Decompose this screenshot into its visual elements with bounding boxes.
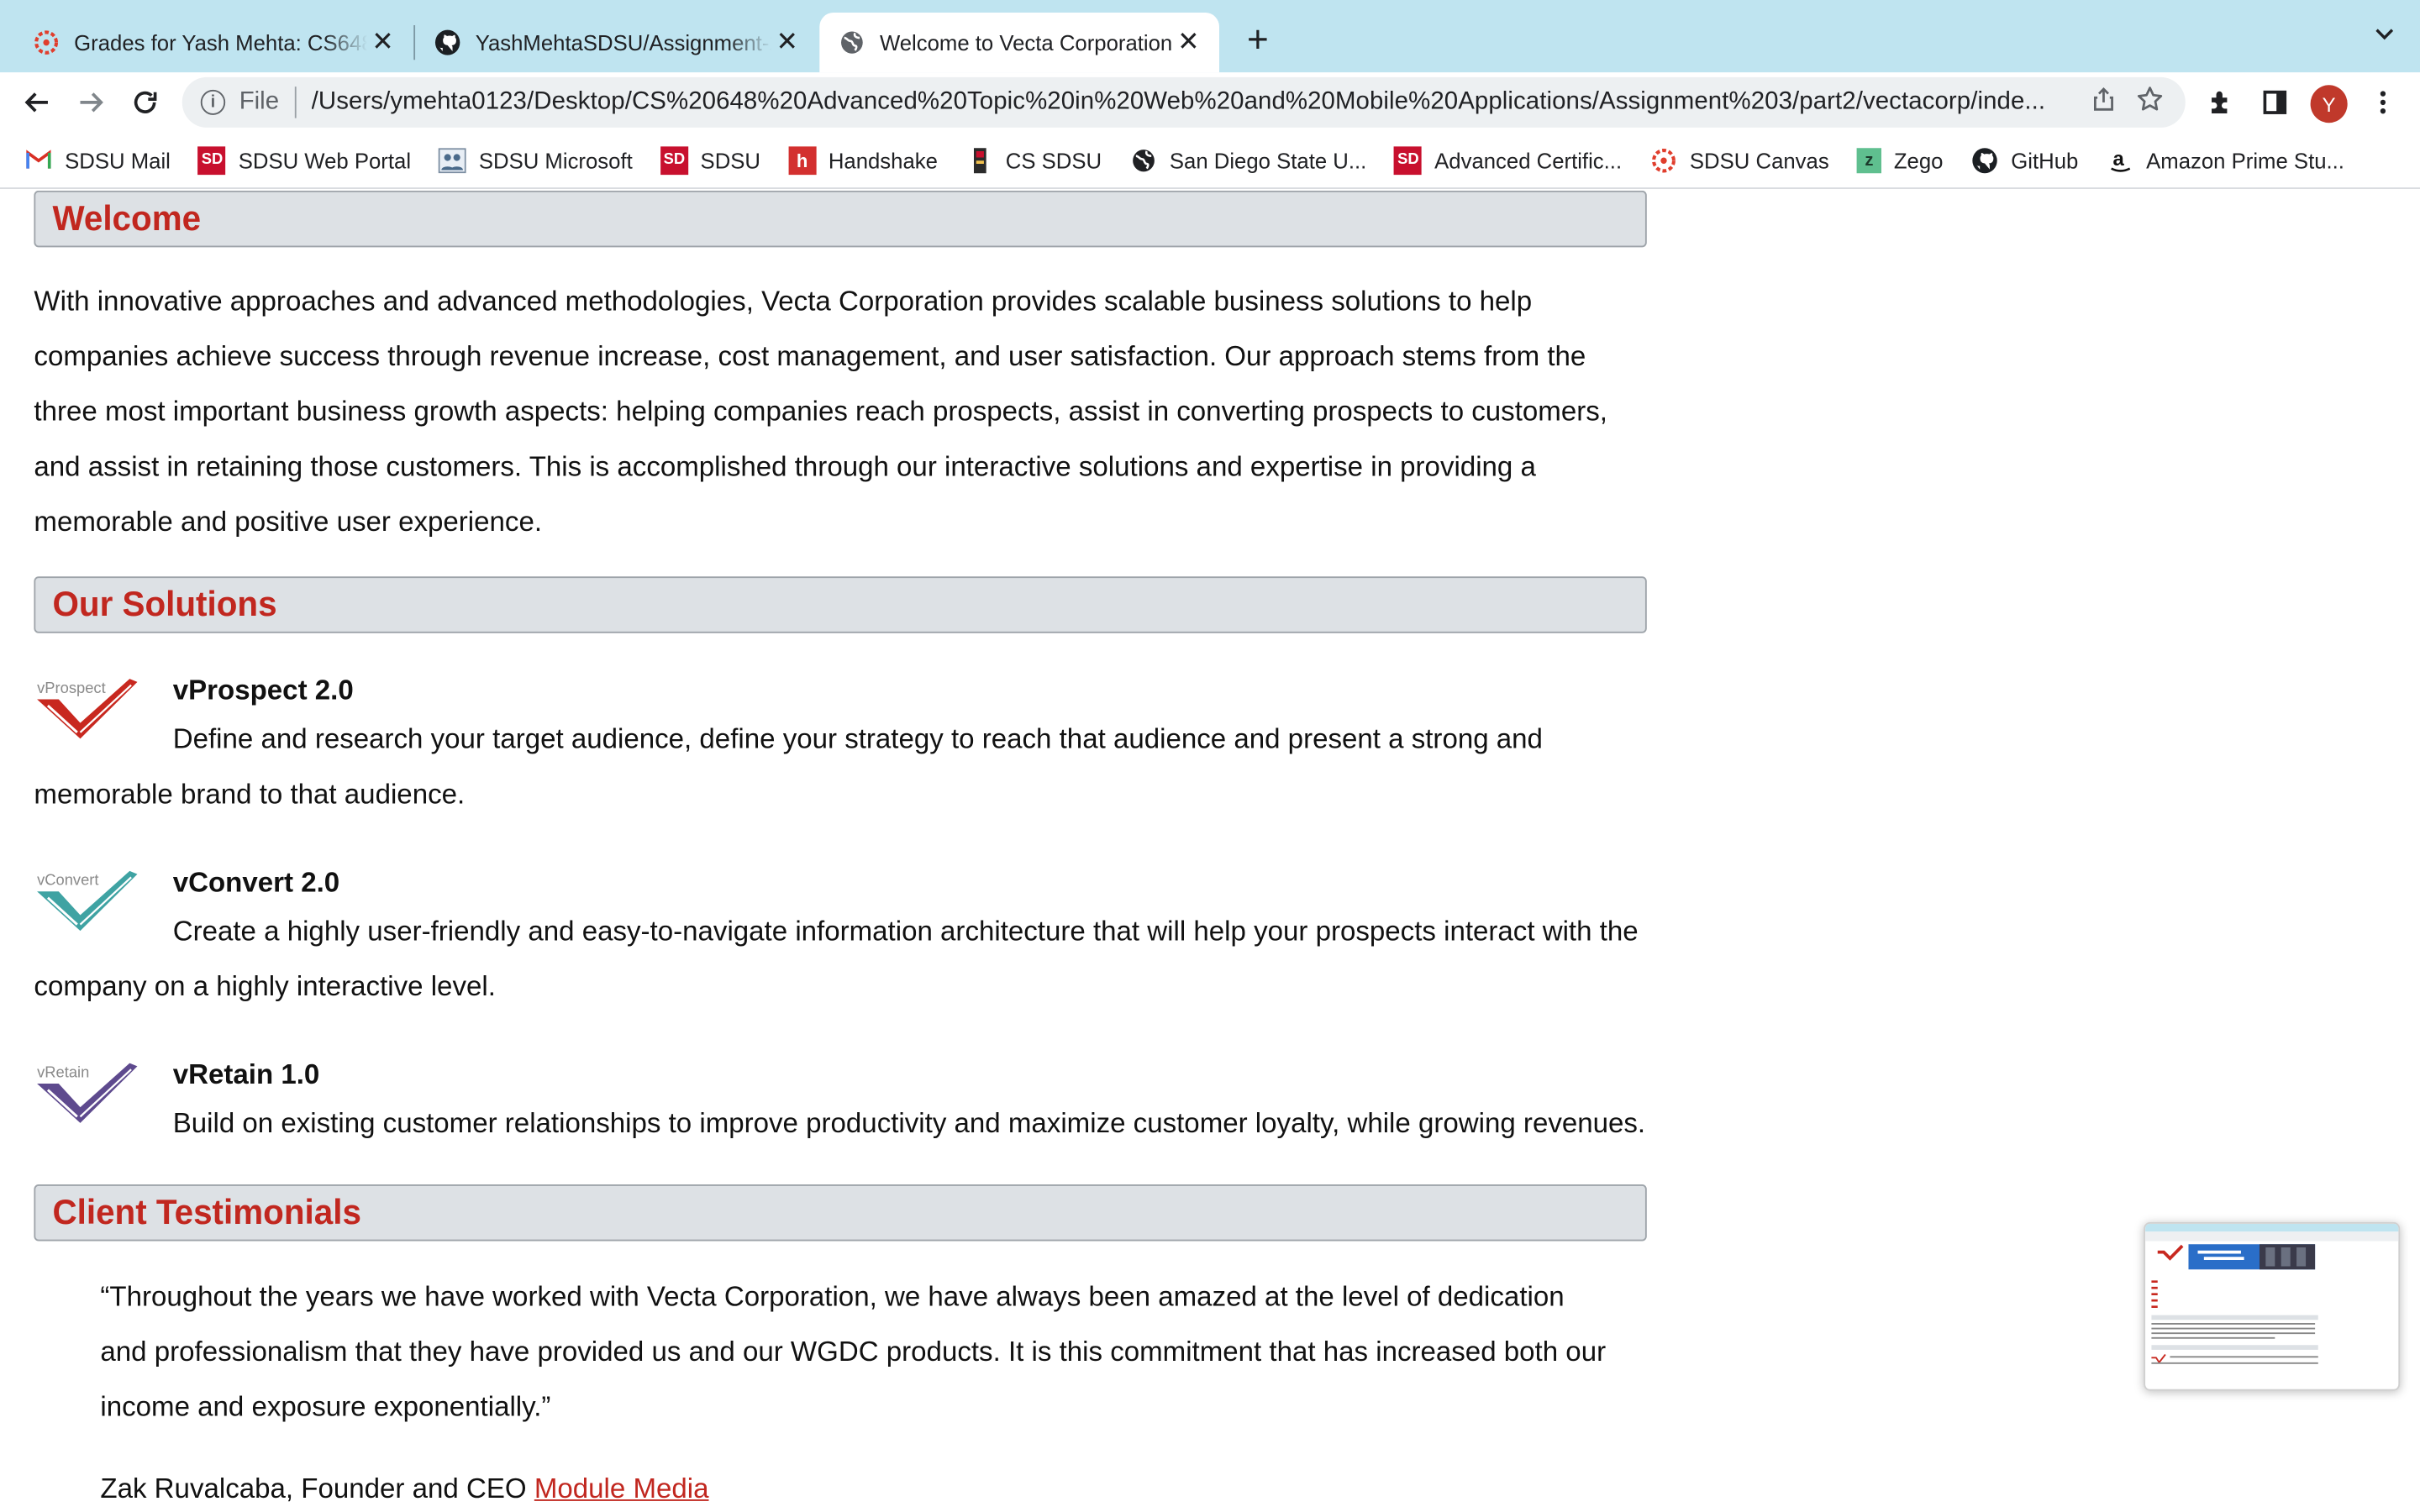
solution-description: Create a highly user-friendly and easy-t… (34, 915, 1639, 1002)
github-icon (434, 29, 461, 57)
bookmark-label: Handshake (828, 147, 938, 173)
bookmark-san-diego-state[interactable]: San Diego State U... (1129, 145, 1366, 174)
thumbnail-graphic (2145, 1223, 2399, 1364)
bookmark-handshake[interactable]: h Handshake (788, 145, 938, 175)
tab-github[interactable]: YashMehtaSDSU/Assignment-2 ✕ (402, 13, 818, 72)
close-icon[interactable]: ✕ (1173, 27, 1204, 59)
reload-icon (134, 91, 157, 113)
globe-icon (838, 29, 865, 57)
solution-description: Define and research your target audience… (34, 722, 1543, 810)
forward-arrow-icon (80, 92, 103, 113)
omnibox-divider (294, 87, 297, 118)
amazon-icon: a (2106, 145, 2133, 174)
bookmark-label: SDSU Canvas (1689, 147, 1829, 173)
bookmark-star-icon[interactable] (2127, 84, 2173, 120)
bookmark-sdsu-canvas[interactable]: SDSU Canvas (1649, 145, 1829, 174)
bookmark-label: GitHub (2011, 147, 2079, 173)
handshake-icon: h (788, 145, 817, 175)
more-menu-icon[interactable] (2366, 85, 2400, 119)
url-scheme: File (239, 88, 280, 115)
canvas-icon (1649, 145, 1677, 174)
url-text[interactable]: /Users/ymehta0123/Desktop/CS%20648%20Adv… (312, 88, 2081, 117)
solution-name: vConvert 2.0 (172, 866, 340, 898)
bookmark-github[interactable]: GitHub (1971, 145, 2079, 174)
bookmark-sdsu-mail[interactable]: SDSU Mail (24, 145, 171, 174)
tab-vecta-active[interactable]: Welcome to Vecta Corporation ✕ (819, 13, 1220, 73)
tab-strip: Grades for Yash Mehta: CS648 ✕ YashMehta… (0, 0, 2420, 73)
testimonial-quote: “Throughout the years we have worked wit… (100, 1280, 1607, 1423)
close-icon[interactable]: ✕ (367, 27, 398, 59)
bookmark-label: San Diego State U... (1169, 147, 1367, 173)
bookmark-sdsu-web-portal[interactable]: SD SDSU Web Portal (197, 145, 412, 175)
sd-icon: SD (660, 145, 688, 175)
svg-text:vRetain: vRetain (37, 1063, 89, 1080)
solution-name: vProspect 2.0 (172, 674, 354, 706)
tab-title: YashMehtaSDSU/Assignment-2 (475, 29, 772, 55)
sd-icon: SD (1394, 145, 1423, 175)
bookmark-advanced-certificate[interactable]: SD Advanced Certific... (1394, 145, 1623, 175)
svg-text:a: a (2112, 147, 2124, 170)
page-preview-thumbnail[interactable] (2144, 1222, 2401, 1391)
back-arrow-icon (24, 92, 48, 113)
info-icon[interactable]: i (200, 89, 226, 115)
forward-button[interactable] (71, 82, 111, 123)
svg-text:vConvert: vConvert (37, 871, 99, 889)
bookmark-amazon-prime[interactable]: a Amazon Prime Stu... (2106, 145, 2344, 174)
bookmark-cs-sdsu[interactable]: CS SDSU (965, 145, 1102, 174)
bookmark-sdsu-microsoft[interactable]: SDSU Microsoft (439, 145, 633, 174)
close-icon[interactable]: ✕ (771, 27, 802, 59)
tab-title: Welcome to Vecta Corporation (879, 29, 1173, 55)
sd-icon: SD (197, 145, 227, 175)
new-tab-button[interactable]: + (1238, 21, 1278, 63)
share-icon[interactable] (2081, 86, 2127, 118)
people-icon (439, 145, 467, 174)
tab-search-icon[interactable] (2374, 22, 2396, 49)
address-bar[interactable]: i File /Users/ymehta0123/Desktop/CS%2064… (182, 76, 2186, 128)
profile-avatar[interactable]: Y (2310, 85, 2348, 123)
side-panel-icon[interactable] (2258, 85, 2291, 119)
bookmark-zego[interactable]: z Zego (1856, 147, 1944, 173)
bookmark-label: Amazon Prime Stu... (2146, 147, 2344, 173)
extensions-icon[interactable] (2204, 85, 2238, 119)
bookmark-label: SDSU Web Portal (238, 147, 412, 173)
back-button[interactable] (17, 82, 57, 123)
tab-grades[interactable]: Grades for Yash Mehta: CS648 ✕ (0, 13, 413, 72)
bookmark-label: Advanced Certific... (1434, 147, 1623, 173)
testimonials-heading: Client Testimonials (34, 1184, 1647, 1242)
bookmark-label: SDSU Mail (65, 147, 171, 173)
browser-toolbar: i File /Users/ymehta0123/Desktop/CS%2064… (0, 72, 2420, 133)
svg-text:vProspect: vProspect (37, 679, 106, 696)
bookmarks-bar: SDSU Mail SD SDSU Web Portal SDSU Micros… (0, 132, 2420, 189)
solution-description: Build on existing customer relationships… (172, 1107, 1646, 1139)
reload-button[interactable] (125, 82, 166, 123)
github-icon (1971, 145, 1999, 174)
aztec-icon (965, 145, 993, 174)
module-media-link[interactable]: Module Media (534, 1473, 709, 1504)
solution-name: vRetain 1.0 (172, 1058, 320, 1090)
bookmark-sdsu[interactable]: SD SDSU (660, 145, 761, 175)
canvas-icon (33, 29, 60, 57)
page-content: Welcome With innovative approaches and a… (0, 190, 2420, 1512)
globe-icon (1129, 145, 1157, 174)
welcome-text: With innovative approaches and advanced … (34, 285, 1607, 538)
gmail-icon (24, 145, 52, 174)
bookmark-label: SDSU (700, 147, 761, 173)
solutions-heading: Our Solutions (34, 576, 1647, 633)
zego-icon: z (1856, 147, 1882, 173)
tab-title: Grades for Yash Mehta: CS648 (74, 29, 368, 55)
author-name: Zak Ruvalcaba, Founder and CEO (100, 1473, 527, 1504)
bookmark-label: Zego (1893, 147, 1944, 173)
testimonial-author: Zak Ruvalcaba, Founder and CEO Module Me… (100, 1469, 708, 1507)
bookmark-label: CS SDSU (1005, 147, 1102, 173)
welcome-heading: Welcome (34, 190, 1647, 248)
bookmark-label: SDSU Microsoft (478, 147, 633, 173)
